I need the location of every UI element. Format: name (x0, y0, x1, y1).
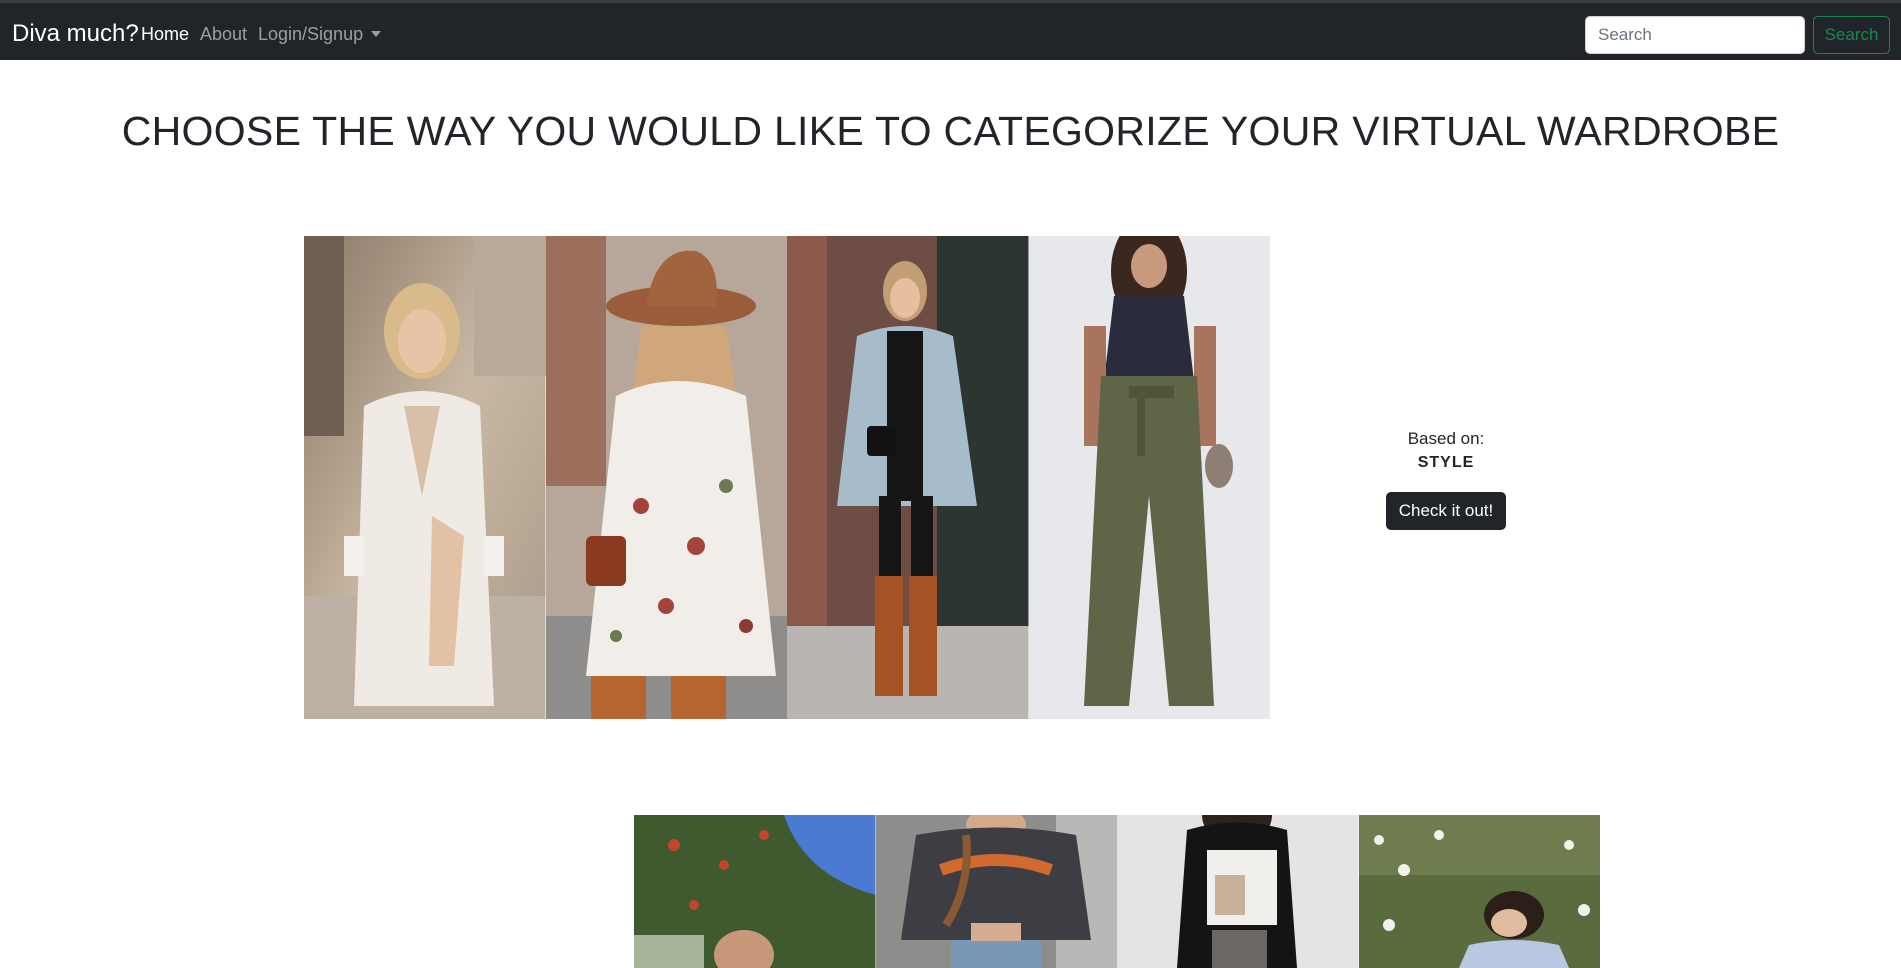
style-image-strip (304, 236, 1270, 719)
style-category-info: Based on: STYLE Check it out! (1370, 428, 1522, 530)
nav-login-signup-dropdown[interactable]: Login/Signup (258, 22, 382, 46)
brand-logo[interactable]: Diva much? (12, 19, 139, 49)
outdoor-hedge-photo (634, 815, 876, 968)
floral-dress-hat-photo (545, 236, 787, 719)
michigan-sweatshirt-photo (875, 815, 1117, 968)
nav-about-link[interactable]: About (200, 22, 247, 46)
based-on-label: Based on: (1407, 429, 1485, 448)
black-top-book-photo (1117, 815, 1359, 968)
nav-home-link[interactable]: Home (141, 22, 189, 46)
white-gown-photo (304, 236, 546, 719)
navbar: Diva much? Home About Login/Signup Searc… (0, 3, 1901, 60)
nav-login-signup-label: Login/Signup (258, 24, 364, 44)
search-input[interactable] (1585, 16, 1805, 54)
page-title: CHOOSE THE WAY YOU WOULD LIKE TO CATEGOR… (121, 108, 1780, 154)
chevron-down-icon (371, 31, 382, 37)
olive-trousers-photo (1028, 236, 1270, 719)
second-image-strip (634, 815, 1600, 968)
check-it-out-button[interactable]: Check it out! (1385, 492, 1507, 530)
coat-boots-photo (787, 236, 1029, 719)
flower-field-photo (1358, 815, 1600, 968)
search-button[interactable]: Search (1813, 16, 1890, 54)
category-name: STYLE (1417, 454, 1475, 471)
